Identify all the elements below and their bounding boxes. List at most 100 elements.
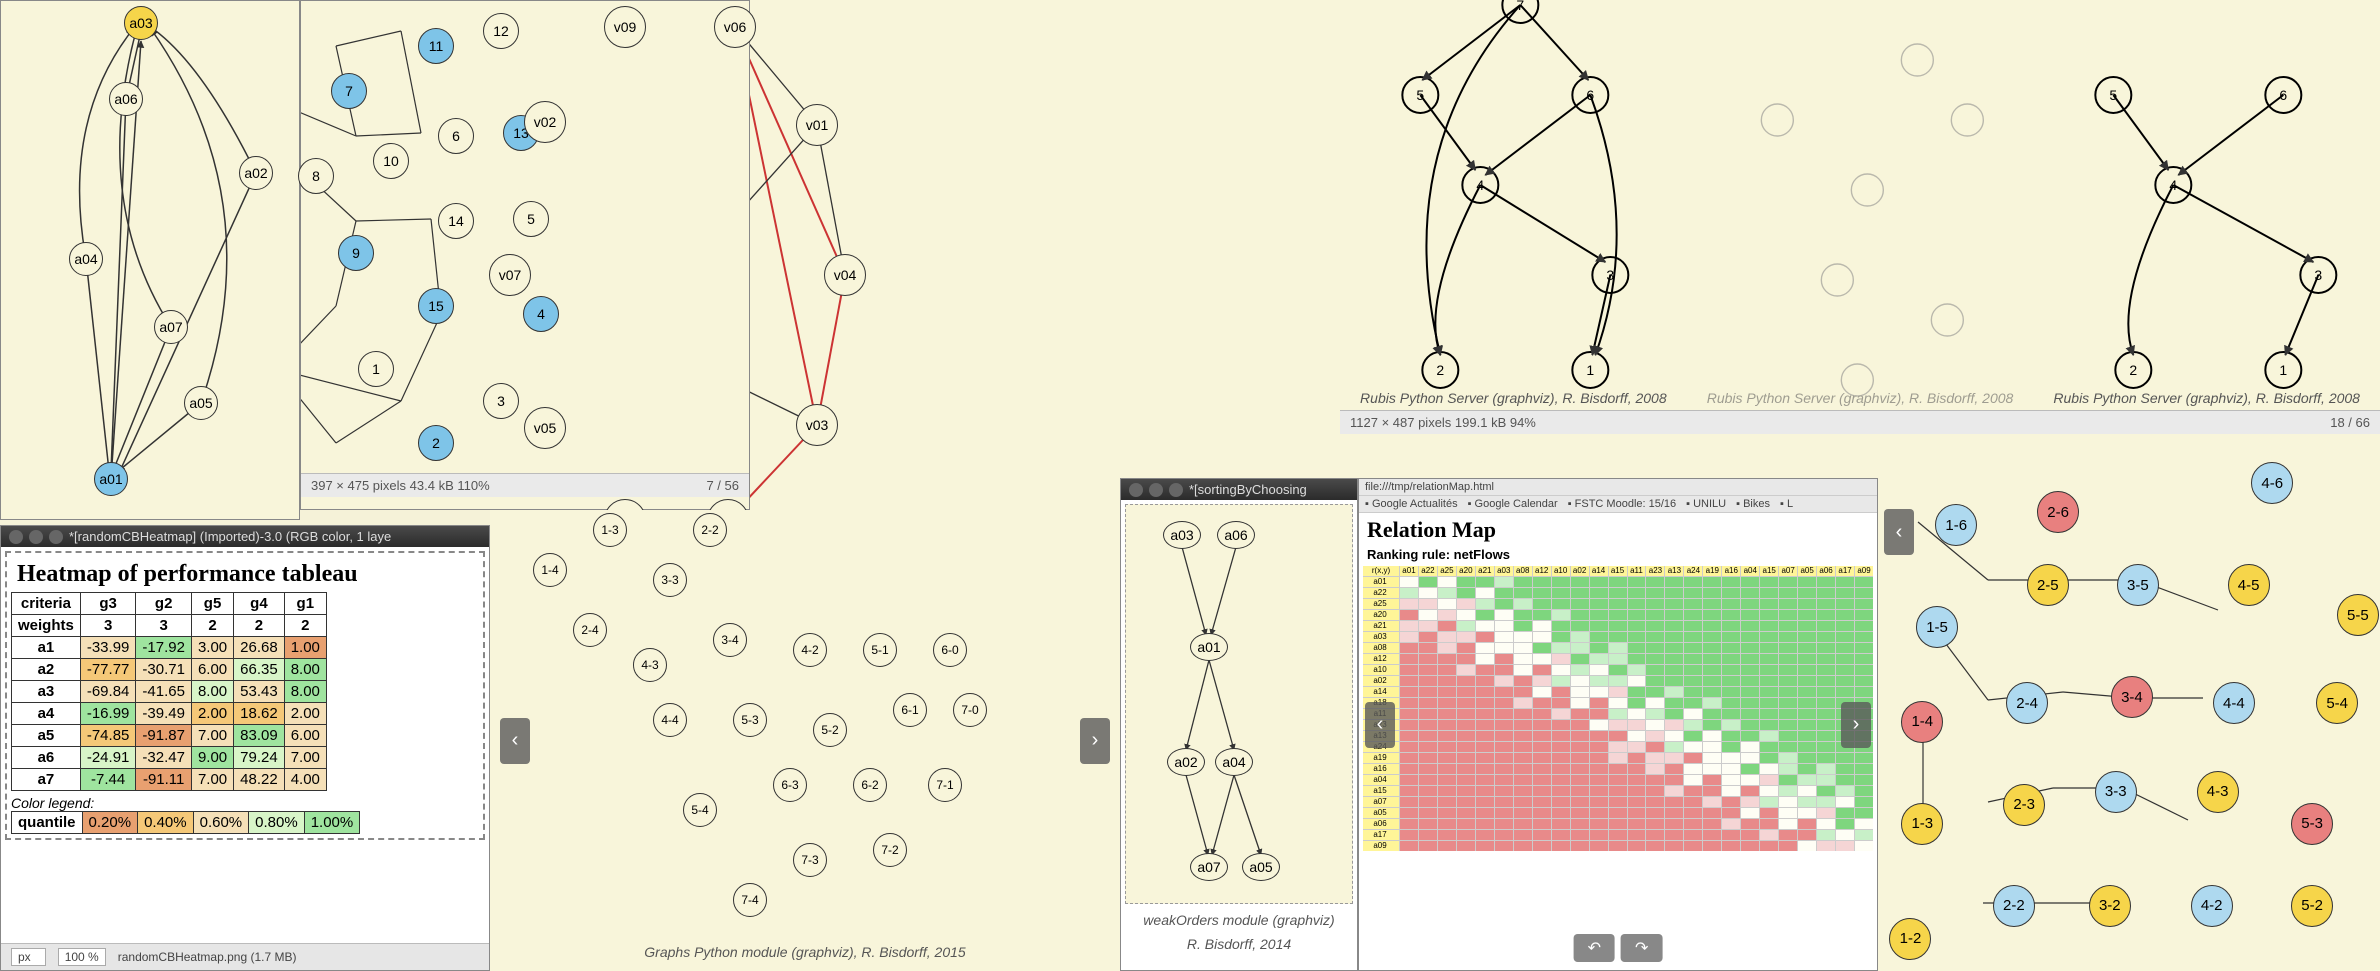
node-10: 10 (373, 143, 409, 179)
node-2-6: 2-6 (2037, 491, 2079, 533)
node-9: 9 (338, 235, 374, 271)
node-4-3: 4-3 (2197, 771, 2239, 813)
node-2: 2 (418, 425, 454, 461)
node-1-4: 1-4 (1901, 701, 1943, 743)
node-4-4: 4-4 (2213, 682, 2255, 724)
bookmark-item[interactable]: ▪ Google Actualités (1365, 498, 1458, 510)
svg-text:4: 4 (2170, 177, 2178, 193)
relmap-title: Relation Map (1359, 513, 1877, 547)
node-v04: v04 (824, 254, 866, 296)
weakorders-titlebar[interactable]: *[sortingByChoosing (1121, 479, 1357, 500)
node-15: 15 (418, 288, 454, 324)
node-1-3: 1-3 (593, 513, 627, 547)
bookmark-item[interactable]: ▪ Bikes (1736, 498, 1770, 510)
node-a04: a04 (69, 242, 103, 276)
node-a06: a06 (109, 82, 143, 116)
heatmap-titlebar[interactable]: *[randomCBHeatmap] (Imported)-3.0 (RGB c… (1, 526, 489, 547)
nav-prev-button[interactable]: ‹ (500, 718, 530, 764)
zoom-value[interactable]: 100 % (58, 948, 106, 966)
node-12: 12 (483, 13, 519, 49)
node-a07: a07 (154, 310, 188, 344)
node-6-2: 6-2 (853, 768, 887, 802)
node-1: 1 (358, 351, 394, 387)
maximize-icon[interactable] (1169, 483, 1183, 497)
svg-text:2: 2 (2130, 362, 2138, 378)
nav-next-button[interactable]: › (1841, 702, 1871, 748)
bookmark-item[interactable]: ▪ L (1780, 498, 1793, 510)
node-1-6: 1-6 (1935, 504, 1977, 546)
rubis-sub-3: 564321 Rubis Python Server (graphviz), R… (2033, 0, 2380, 410)
node-a02: a02 (1167, 748, 1205, 776)
node-2-2: 2-2 (1993, 885, 2035, 927)
nav-prev-button[interactable]: ‹ (1365, 702, 1395, 748)
rubis-sub-1: 5643217 Rubis Python Server (graphviz), … (1340, 0, 1687, 410)
weakorders-caption1: weakOrders module (graphviz) (1121, 908, 1357, 932)
svg-text:6: 6 (1586, 87, 1594, 103)
status-right: 18 / 66 (2330, 415, 2370, 430)
svg-text:3: 3 (2315, 267, 2323, 283)
graph-panel-rubis: 5 6 4 3 2 1 7 Rubis Python Server (graphviz), … (1340, 0, 2380, 480)
svg-text:5: 5 (2110, 87, 2118, 103)
relmap-subtitle: Ranking rule: netFlows (1359, 547, 1877, 566)
svg-text:1: 1 (1586, 362, 1594, 378)
node-14: 14 (438, 203, 474, 239)
node-3-2: 3-2 (2089, 885, 2131, 927)
window-title: *[randomCBHeatmap] (Imported)-3.0 (RGB c… (69, 529, 391, 544)
svg-text:2: 2 (1436, 362, 1444, 378)
node-6: 6 (438, 118, 474, 154)
node-4-2: 4-2 (793, 633, 827, 667)
file-info: randomCBHeatmap.png (1.7 MB) (118, 950, 297, 964)
node-5-5: 5-5 (2337, 594, 2379, 636)
node-5-3: 5-3 (733, 703, 767, 737)
bookmark-item[interactable]: ▪ UNILU (1686, 498, 1726, 510)
node-5-2: 5-2 (2291, 885, 2333, 927)
rubis-caption-2: Rubis Python Server (graphviz), R. Bisdo… (1687, 386, 2034, 410)
relation-map-grid: r(x,y)a01a22a25a20a21a03a08a12a10a02a14a… (1363, 566, 1873, 851)
node-5-3: 5-3 (2291, 803, 2333, 845)
node-v09: v09 (604, 6, 646, 48)
node-v06: v06 (714, 6, 756, 48)
bookmark-item[interactable]: ▪ Google Calendar (1468, 498, 1558, 510)
node-a06: a06 (1217, 521, 1255, 549)
minimize-icon[interactable] (29, 530, 43, 544)
svg-text:7: 7 (1516, 0, 1524, 13)
nav-rotate-left[interactable]: ↶ (1574, 934, 1615, 962)
nav-next-button[interactable]: › (1080, 718, 1110, 764)
graph-numbered-edges (301, 1, 751, 473)
node-3-3: 3-3 (653, 563, 687, 597)
rubis-caption-1: Rubis Python Server (graphviz), R. Bisdo… (1340, 386, 1687, 410)
legend-label: Color legend: (11, 795, 479, 811)
close-icon[interactable] (1129, 483, 1143, 497)
maximize-icon[interactable] (49, 530, 63, 544)
nav-prev-button[interactable]: ‹ (1884, 509, 1914, 555)
node-a03: a03 (124, 6, 158, 40)
node-2-3: 2-3 (2003, 784, 2045, 826)
unit-selector[interactable]: px (11, 948, 46, 966)
node-4-2: 4-2 (2191, 885, 2233, 927)
node-v01: v01 (796, 104, 838, 146)
node-a01: a01 (1190, 633, 1228, 661)
close-icon[interactable] (9, 530, 23, 544)
bookmark-bar[interactable]: ▪ Google Actualités ▪ Google Calendar ▪ FS… (1359, 496, 1877, 513)
node-3-4: 3-4 (2111, 676, 2153, 718)
graph-panel-lattice: 1-32-21-43-32-44-33-44-25-15-34-45-26-16… (490, 510, 1120, 971)
node-a07: a07 (1190, 853, 1228, 881)
node-1-3: 1-3 (1901, 803, 1943, 845)
nav-rotate-right[interactable]: ↷ (1621, 934, 1662, 962)
browser-url-bar[interactable]: file:///tmp/relationMap.html (1359, 479, 1877, 496)
node-8: 8 (298, 158, 334, 194)
node-1-4: 1-4 (533, 553, 567, 587)
minimize-icon[interactable] (1149, 483, 1163, 497)
svg-text:6: 6 (2280, 87, 2288, 103)
heatmap-bottombar: px 100 % randomCBHeatmap.png (1.7 MB) (1, 943, 489, 970)
svg-text:1: 1 (2280, 362, 2288, 378)
node-7-3: 7-3 (793, 843, 827, 877)
bookmark-item[interactable]: ▪ FSTC Moodle: 15/16 (1568, 498, 1676, 510)
node-a05: a05 (1242, 853, 1280, 881)
node-3-3: 3-3 (2095, 771, 2137, 813)
node-7-0: 7-0 (953, 693, 987, 727)
node-v02: v02 (524, 101, 566, 143)
node-6-0: 6-0 (933, 633, 967, 667)
node-5-4: 5-4 (2316, 682, 2358, 724)
node-a04: a04 (1215, 748, 1253, 776)
